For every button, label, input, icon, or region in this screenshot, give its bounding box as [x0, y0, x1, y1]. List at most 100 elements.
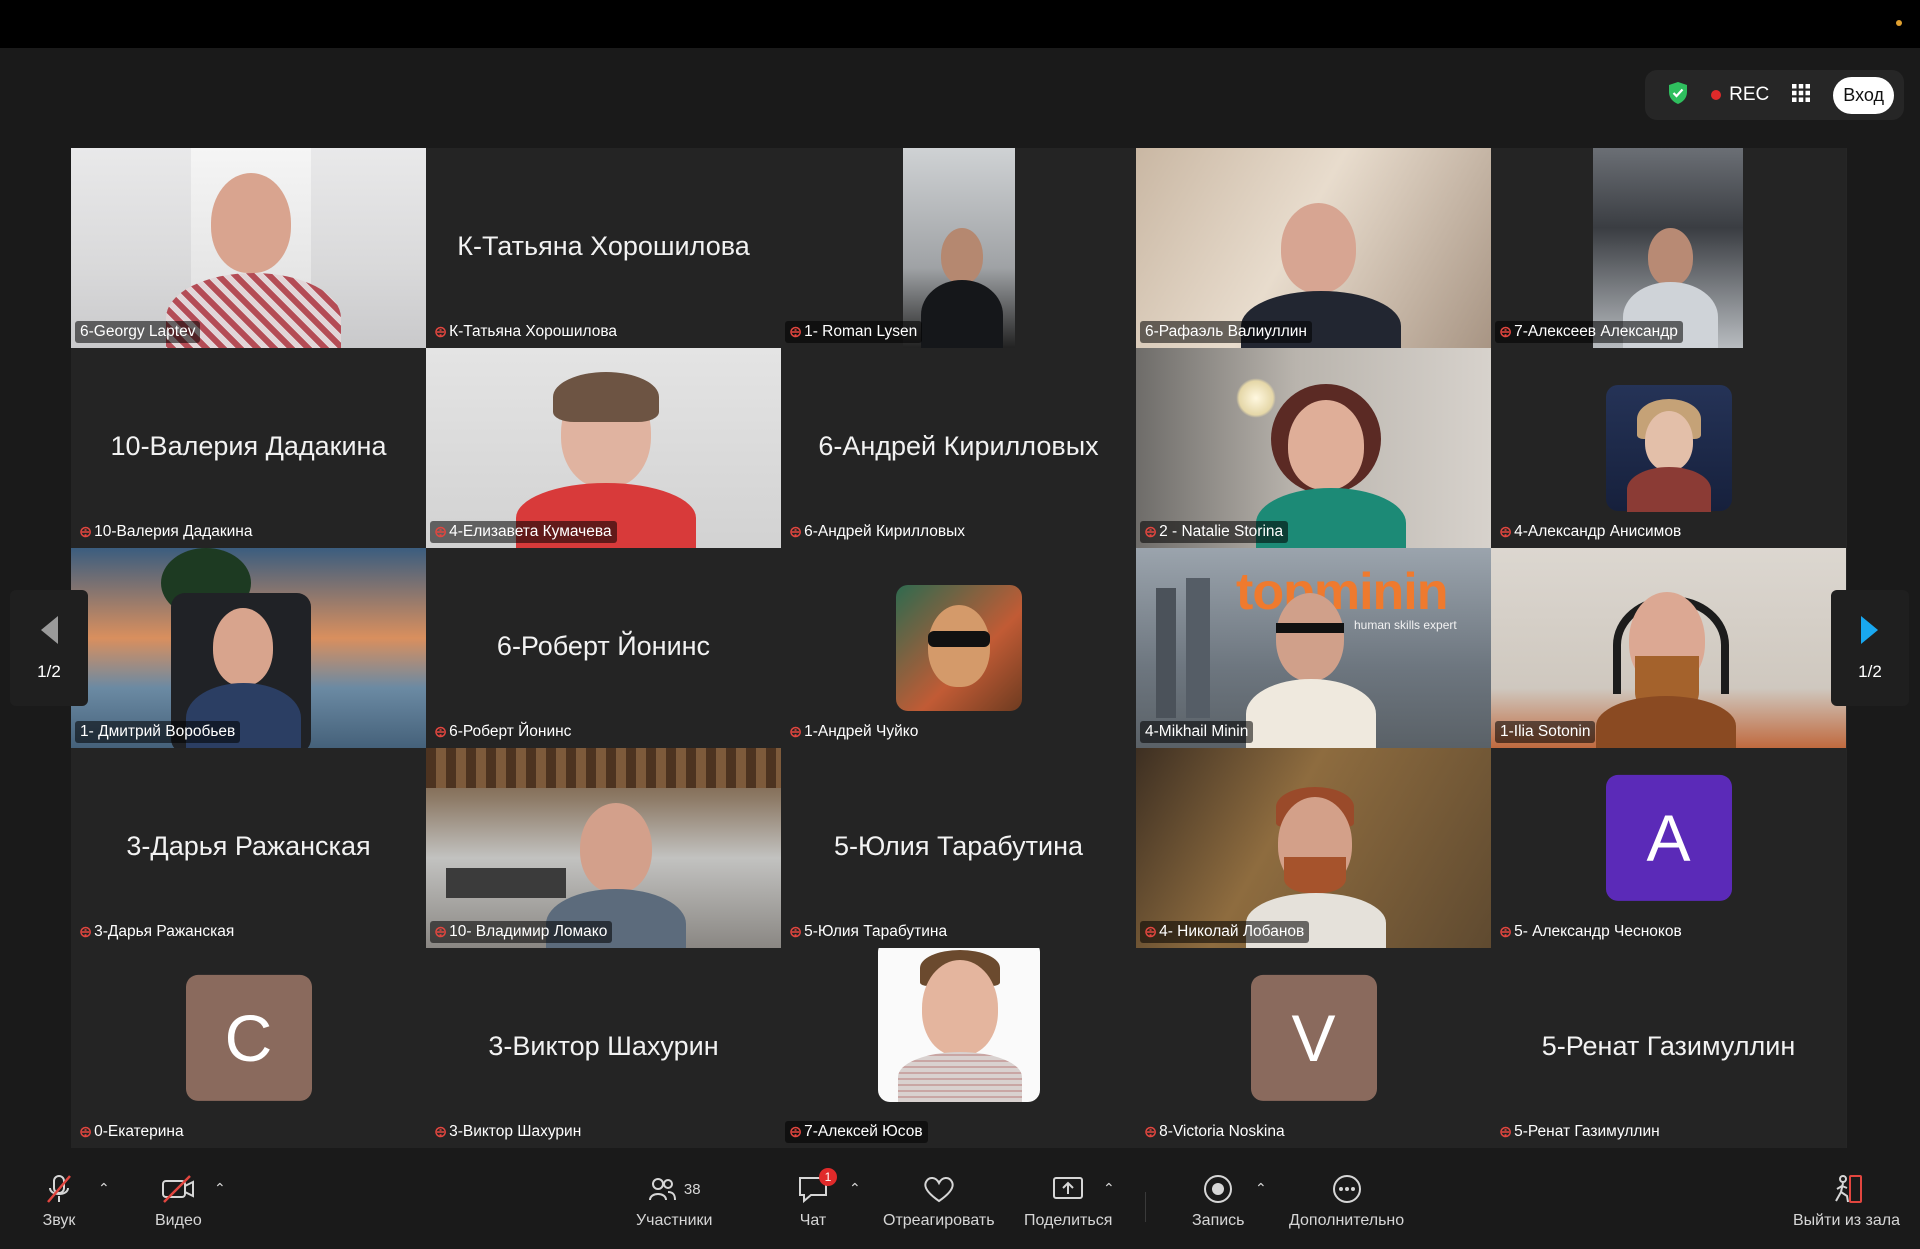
mic-muted-icon: ⨸ [435, 924, 447, 940]
page-indicator: 1/2 [37, 662, 61, 681]
participant-name: 6-Рафаэль Валиуллин [1140, 321, 1312, 343]
participant-video [1136, 348, 1491, 548]
participant-tile[interactable]: ⨸ 7-Алексей Юсов [781, 948, 1136, 1148]
mic-muted-icon: ⨸ [1145, 1124, 1157, 1140]
share-options-chevron-icon[interactable]: ⌃ [1103, 1180, 1115, 1197]
share-button[interactable]: Поделиться [1024, 1172, 1112, 1230]
participant-tile[interactable]: 6-Роберт Йонинс ⨸ 6-Роберт Йонинс [426, 548, 781, 748]
participant-name: ⨸ 0-Екатерина [75, 1121, 189, 1143]
meeting-status-bar: REC Вход [1645, 70, 1904, 120]
toolbar-divider [1145, 1192, 1146, 1222]
video-options-chevron-icon[interactable]: ⌃ [214, 1180, 226, 1197]
participant-video [71, 148, 426, 348]
participant-tile[interactable]: 3-Дарья Ражанская ⨸ 3-Дарья Ражанская [71, 748, 426, 948]
participant-tile[interactable]: topminin human skills expert 4-Mikhail M… [1136, 548, 1491, 748]
participant-display-name: 5-Ренат Газимуллин [1541, 1030, 1796, 1061]
participant-tile[interactable]: ⨸ 10- Владимир Ломако [426, 748, 781, 948]
participant-video [896, 585, 1022, 711]
next-page-button[interactable]: 1/2 [1831, 590, 1909, 706]
record-label: Запись [1192, 1212, 1245, 1229]
participant-tile[interactable]: 6-Georgy Laptev [71, 148, 426, 348]
mic-muted-icon: ⨸ [790, 724, 802, 740]
participant-tile[interactable]: 10-Валерия Дадакина ⨸ 10-Валерия Дадакина [71, 348, 426, 548]
participant-display-name: 10-Валерия Дадакина [110, 430, 387, 461]
participant-display-name: 5-Юлия Тарабутина [833, 830, 1084, 861]
participant-tile[interactable]: A ⨸ 5- Александр Чесноков [1491, 748, 1846, 948]
mic-muted-icon: ⨸ [435, 724, 447, 740]
participant-tile[interactable]: 1- Дмитрий Воробьев [71, 548, 426, 748]
participant-tile[interactable]: 5-Ренат Газимуллин ⨸ 5-Ренат Газимуллин [1491, 948, 1846, 1148]
participant-tile[interactable]: C ⨸ 0-Екатерина [71, 948, 426, 1148]
audio-button[interactable]: Звук [42, 1172, 76, 1230]
participant-name: ⨸ 4- Николай Лобанов [1140, 921, 1310, 943]
more-button[interactable]: Дополнительно [1289, 1172, 1404, 1230]
heart-icon [922, 1172, 956, 1206]
participant-name: ⨸ 2 - Natalie Storina [1140, 521, 1289, 543]
recording-indicator[interactable]: REC [1711, 84, 1769, 106]
mic-muted-icon: ⨸ [1500, 1124, 1512, 1140]
react-label: Отреагировать [883, 1212, 995, 1229]
avatar: C [185, 974, 312, 1101]
participant-tile[interactable]: 5-Юлия Тарабутина ⨸ 5-Юлия Тарабутина [781, 748, 1136, 948]
mic-muted-icon: ⨸ [790, 924, 802, 940]
mic-muted-icon: ⨸ [1145, 524, 1157, 540]
camera-off-icon [160, 1172, 196, 1206]
more-label: Дополнительно [1289, 1212, 1405, 1229]
participants-button[interactable]: 38 Участники [636, 1172, 712, 1230]
participant-tile[interactable]: ⨸ 1- Roman Lysen [781, 148, 1136, 348]
exit-icon [1830, 1172, 1864, 1206]
chat-label: Чат [799, 1212, 827, 1229]
participant-tile[interactable]: 1-Ilia Sotonin [1491, 548, 1846, 748]
participant-tile[interactable]: ⨸ 1-Андрей Чуйко [781, 548, 1136, 748]
participant-display-name: 3-Дарья Ражанская [126, 830, 371, 861]
record-options-chevron-icon[interactable]: ⌃ [1255, 1180, 1267, 1197]
chat-badge: 1 [819, 1168, 837, 1186]
participant-name: ⨸ 7-Алексеев Александр [1495, 321, 1683, 343]
shield-icon[interactable] [1667, 81, 1689, 110]
participant-display-name: 6-Андрей Кирилловых [818, 430, 1099, 461]
grid-view-icon[interactable] [1791, 83, 1811, 108]
video-button[interactable]: Видео [155, 1172, 202, 1230]
topminin-logo-text: topminin [1236, 563, 1449, 621]
participant-tile[interactable]: ⨸ 2 - Natalie Storina [1136, 348, 1491, 548]
participant-tile[interactable]: 6-Рафаэль Валиуллин [1136, 148, 1491, 348]
participant-tile[interactable]: ⨸ 4-Елизавета Кумачева [426, 348, 781, 548]
mic-muted-icon: ⨸ [80, 924, 92, 940]
participant-tile[interactable]: V ⨸ 8-Victoria Noskina [1136, 948, 1491, 1148]
mic-muted-icon: ⨸ [435, 524, 447, 540]
participant-display-name: 6-Роберт Йонинс [496, 630, 711, 661]
mic-muted-icon: ⨸ [1500, 524, 1512, 540]
participant-tile[interactable]: ⨸ 4-Александр Анисимов [1491, 348, 1846, 548]
audio-options-chevron-icon[interactable]: ⌃ [98, 1180, 110, 1197]
mic-muted-icon: ⨸ [1145, 924, 1157, 940]
page-indicator: 1/2 [1858, 662, 1882, 681]
mic-muted-icon: ⨸ [80, 524, 92, 540]
participant-name: ⨸ 10- Владимир Ломако [430, 921, 613, 943]
participant-tile[interactable]: ⨸ 7-Алексеев Александр [1491, 148, 1846, 348]
react-button[interactable]: Отреагировать [883, 1172, 995, 1230]
previous-page-button[interactable]: 1/2 [10, 590, 88, 706]
participant-tile[interactable]: 6-Андрей Кирилловых ⨸ 6-Андрей Кирилловых [781, 348, 1136, 548]
record-button[interactable]: Запись [1192, 1172, 1245, 1230]
more-icon [1331, 1172, 1363, 1206]
participant-tile[interactable]: К-Татьяна Хорошилова ⨸ К-Татьяна Хорошило… [426, 148, 781, 348]
participant-tile[interactable]: 3-Виктор Шахурин ⨸ 3-Виктор Шахурин [426, 948, 781, 1148]
participant-name: ⨸ К-Татьяна Хорошилова [430, 321, 622, 343]
chat-button[interactable]: 1 Чат [797, 1168, 837, 1230]
participant-video: topminin human skills expert [1136, 548, 1491, 748]
participant-name: ⨸ 1-Андрей Чуйко [785, 721, 923, 743]
participant-video [1136, 148, 1491, 348]
participant-name: ⨸ 10-Валерия Дадакина [75, 521, 257, 543]
audio-label: Звук [42, 1212, 76, 1229]
participant-video [1606, 385, 1732, 512]
participant-tile[interactable]: ⨸ 4- Николай Лобанов [1136, 748, 1491, 948]
mic-muted-icon: ⨸ [1500, 324, 1512, 340]
enter-room-button[interactable]: Вход [1833, 76, 1894, 114]
participant-video [1593, 148, 1743, 348]
chat-options-chevron-icon[interactable]: ⌃ [849, 1180, 861, 1197]
participant-video [71, 548, 426, 748]
participant-name: ⨸ 3-Виктор Шахурин [430, 1121, 586, 1143]
leave-room-button[interactable]: Выйти из зала [1793, 1172, 1900, 1230]
left-arrow-icon [41, 616, 58, 644]
notification-dot [1896, 20, 1902, 26]
